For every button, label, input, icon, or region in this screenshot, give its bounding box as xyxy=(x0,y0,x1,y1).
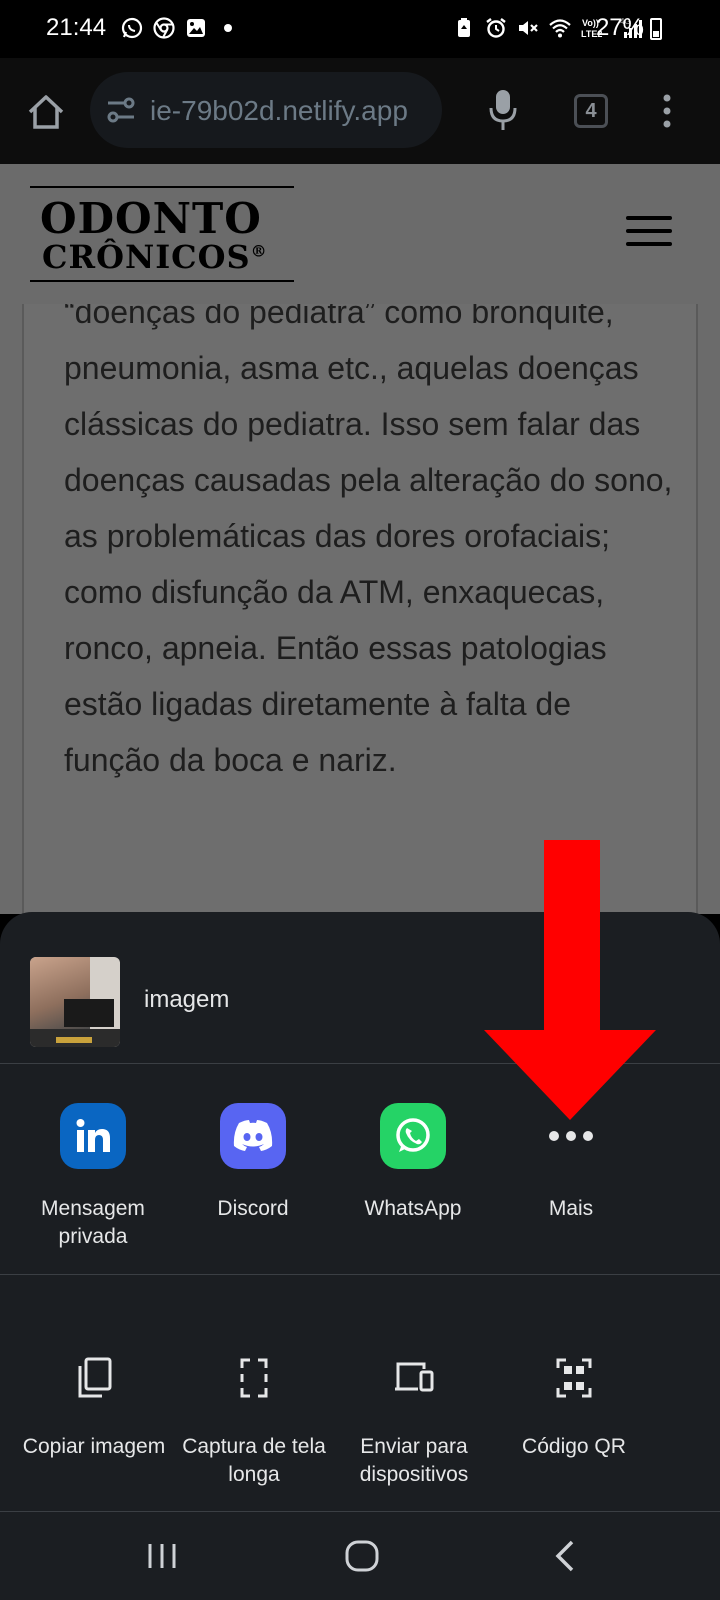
article-text: “doenças do pediatra” como bronquite, pn… xyxy=(64,304,673,778)
action-label: Enviar para dispositivos xyxy=(359,1435,469,1486)
action-label: Copiar imagem xyxy=(22,1435,166,1458)
status-bar: 21:44 Vo)) LTE2 4G 27% xyxy=(0,0,720,58)
microphone-icon[interactable] xyxy=(488,88,518,132)
back-icon[interactable] xyxy=(544,1534,588,1578)
battery-icon xyxy=(650,18,662,40)
article-area: “doenças do pediatra” como bronquite, pn… xyxy=(0,304,720,914)
browser-toolbar: ie-79b02d.netlify.app 4 xyxy=(0,58,720,164)
share-app-whatsapp[interactable]: WhatsApp xyxy=(338,1103,488,1223)
hamburger-menu-icon[interactable] xyxy=(626,216,672,248)
long-screenshot-icon xyxy=(240,1358,268,1398)
alarm-icon xyxy=(486,18,506,38)
site-header: ODONTO CRÔNICOS® xyxy=(0,164,720,304)
red-arrow-annotation xyxy=(484,840,656,1120)
chrome-icon xyxy=(153,17,175,39)
action-long-screenshot[interactable]: Captura de tela longa xyxy=(174,1356,334,1489)
site-logo[interactable]: ODONTO CRÔNICOS® xyxy=(30,186,294,282)
site-settings-icon[interactable] xyxy=(106,96,136,124)
logo-line1: ODONTO xyxy=(40,194,262,243)
article-card: “doenças do pediatra” como bronquite, pn… xyxy=(22,304,698,914)
share-app-linkedin[interactable]: Mensagem privada xyxy=(18,1103,168,1251)
home-icon[interactable] xyxy=(24,90,68,134)
share-title: imagem xyxy=(144,986,230,1013)
whatsapp-icon xyxy=(380,1103,446,1169)
action-qr-code[interactable]: Código QR xyxy=(494,1356,654,1461)
action-label: Código QR xyxy=(522,1435,626,1458)
share-app-discord[interactable]: Discord xyxy=(178,1103,328,1223)
system-nav-bar xyxy=(0,1512,720,1600)
share-app-label: WhatsApp xyxy=(364,1197,462,1220)
tab-switcher-button[interactable]: 4 xyxy=(574,94,608,128)
url-text: ie-79b02d.netlify.app xyxy=(150,95,408,126)
status-left-icons xyxy=(120,16,232,40)
battery-percentage: 27% xyxy=(595,14,644,41)
discord-icon xyxy=(220,1103,286,1169)
overflow-menu-icon[interactable] xyxy=(662,94,672,128)
recent-apps-icon[interactable] xyxy=(140,1534,184,1578)
shared-image-thumbnail xyxy=(30,957,120,1047)
send-to-devices-icon xyxy=(395,1362,434,1392)
logo-line2: CRÔNICOS® xyxy=(42,238,268,276)
address-bar[interactable]: ie-79b02d.netlify.app xyxy=(90,72,442,148)
share-app-label: Discord xyxy=(217,1197,289,1220)
linkedin-icon xyxy=(60,1103,126,1169)
qr-code-icon xyxy=(556,1358,592,1398)
divider xyxy=(0,1274,720,1275)
logo-line2-text: CRÔNICOS xyxy=(42,238,251,276)
wifi-icon xyxy=(549,19,571,38)
action-send-to-devices[interactable]: Enviar para dispositivos xyxy=(334,1356,494,1489)
battery-saver-icon xyxy=(458,18,470,37)
notification-dot-icon xyxy=(224,24,232,32)
copy-icon xyxy=(78,1357,112,1398)
status-time: 21:44 xyxy=(46,14,107,41)
logo-registered-mark: ® xyxy=(250,241,268,261)
share-app-label: Mais xyxy=(548,1197,594,1220)
share-app-more[interactable]: Mais xyxy=(496,1103,646,1223)
action-label: Captura de tela longa xyxy=(182,1435,326,1486)
gallery-icon xyxy=(187,19,205,37)
home-nav-icon[interactable] xyxy=(340,1534,384,1578)
share-app-label: Mensagem privada xyxy=(41,1197,145,1248)
action-copy-image[interactable]: Copiar imagem xyxy=(14,1356,174,1461)
mute-icon xyxy=(519,21,538,35)
whatsapp-icon xyxy=(121,17,143,39)
